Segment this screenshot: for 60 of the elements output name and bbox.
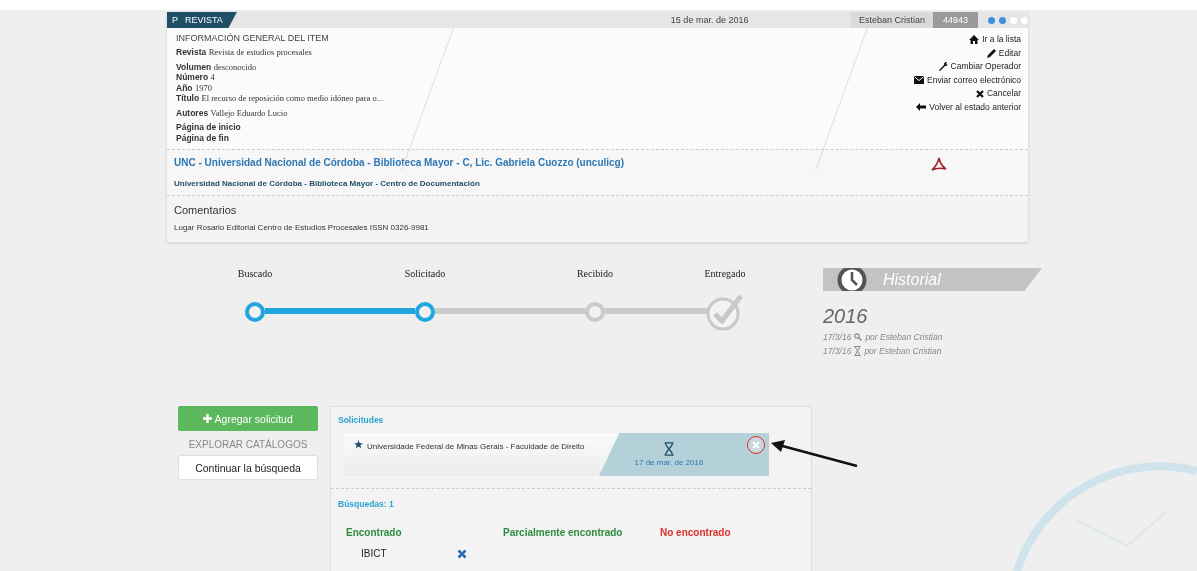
searches-title: Búsquedas: 1 bbox=[331, 488, 811, 517]
close-icon bbox=[752, 441, 760, 449]
history-header: Historial bbox=[823, 268, 1042, 291]
history-entry: 17/3/16 por Esteban Cristian bbox=[823, 346, 943, 356]
requests-title: Solicitudes bbox=[337, 414, 385, 427]
pencil-icon bbox=[986, 48, 996, 58]
action-link[interactable]: Cancelar bbox=[975, 87, 1021, 101]
history-year: 2016 bbox=[823, 305, 869, 328]
library-link[interactable]: UNC - Universidad Nacional de Córdoba - Biblioteca Mayor - C, Lic. Gabriela Cuozzo (unculicg) bbox=[174, 157, 625, 171]
page-dot[interactable] bbox=[1021, 16, 1028, 24]
step-label: Solicitado bbox=[404, 268, 446, 281]
comments-text: Lugar Rosario Editorial Centro de Estudios Procesales ISSN 0326-9981 bbox=[174, 223, 430, 232]
column-heading: Parcialmente encontrado bbox=[503, 527, 624, 538]
action-link[interactable]: Ir a la lista bbox=[969, 33, 1021, 47]
wrench-icon bbox=[938, 62, 948, 72]
operator-name: Esteban Cristian bbox=[850, 12, 933, 28]
type-label: REVISTA bbox=[185, 15, 223, 25]
close-icon bbox=[975, 89, 984, 98]
action-link[interactable]: Enviar correo electrónico bbox=[914, 73, 1021, 87]
field-text: Autores Vallejo Eduardo Lucio bbox=[176, 107, 289, 118]
comments-title: Comentarios bbox=[174, 204, 238, 216]
star-icon bbox=[354, 440, 363, 449]
close-icon[interactable] bbox=[456, 549, 467, 559]
field-text: Página de fin bbox=[176, 132, 230, 143]
page-dot[interactable] bbox=[1010, 16, 1017, 24]
action-link[interactable]: Editar bbox=[986, 46, 1021, 60]
field-text: Año 1970 bbox=[176, 82, 213, 93]
plus-icon bbox=[203, 413, 213, 423]
envelope-icon bbox=[914, 76, 924, 85]
continue-search-button[interactable]: Continuar la búsqueda bbox=[178, 455, 318, 480]
page-dot[interactable] bbox=[988, 16, 995, 24]
step-label: Entregado bbox=[704, 268, 746, 281]
field-text: Título El recurso de reposición como medio idóneo para o... bbox=[176, 93, 384, 104]
field-text: Página de inicio bbox=[176, 122, 242, 133]
pdf-icon[interactable] bbox=[931, 157, 947, 171]
action-link[interactable]: Cambiar Operador bbox=[938, 60, 1021, 74]
history-entry: 17/3/16 por Esteban Cristian bbox=[823, 332, 944, 342]
request-card[interactable]: Universidade Federal de Minas Gerais - Faculdade de Direito bbox=[344, 433, 619, 476]
home-icon bbox=[969, 35, 980, 45]
catalog-name: IBICT bbox=[361, 548, 387, 559]
item-date: 15 de mar. de 2016 bbox=[670, 15, 750, 25]
field-text: Volumen desconocido bbox=[176, 61, 258, 72]
action-link[interactable]: Volver al estado anterior bbox=[916, 100, 1021, 114]
field-text: Revista Revista de estudios procesales bbox=[176, 47, 313, 58]
page-dot[interactable] bbox=[999, 16, 1006, 24]
search-icon bbox=[854, 333, 863, 341]
type-letter: P bbox=[172, 15, 178, 25]
library-unit: Universidad Nacional de Córdoba - Biblioteca Mayor - Centro de Documentación bbox=[174, 179, 481, 188]
column-heading: Encontrado bbox=[346, 527, 403, 538]
hourglass-icon bbox=[854, 346, 862, 356]
catalog-heading: EXPLORAR CATÁLOGOS bbox=[188, 439, 308, 450]
field-text: Número 4 bbox=[176, 72, 216, 83]
item-id: 44943 bbox=[932, 12, 978, 28]
column-heading: No encontrado bbox=[660, 527, 731, 538]
section-title: INFORMACIÓN GENERAL DEL ITEM bbox=[176, 33, 330, 43]
request-date: 17 de mar. de 2016 bbox=[634, 458, 704, 467]
hourglass-icon bbox=[664, 442, 674, 456]
left-arrow-icon bbox=[916, 103, 927, 112]
step-label: Buscado bbox=[237, 268, 273, 281]
step-label: Recibido bbox=[576, 268, 614, 281]
